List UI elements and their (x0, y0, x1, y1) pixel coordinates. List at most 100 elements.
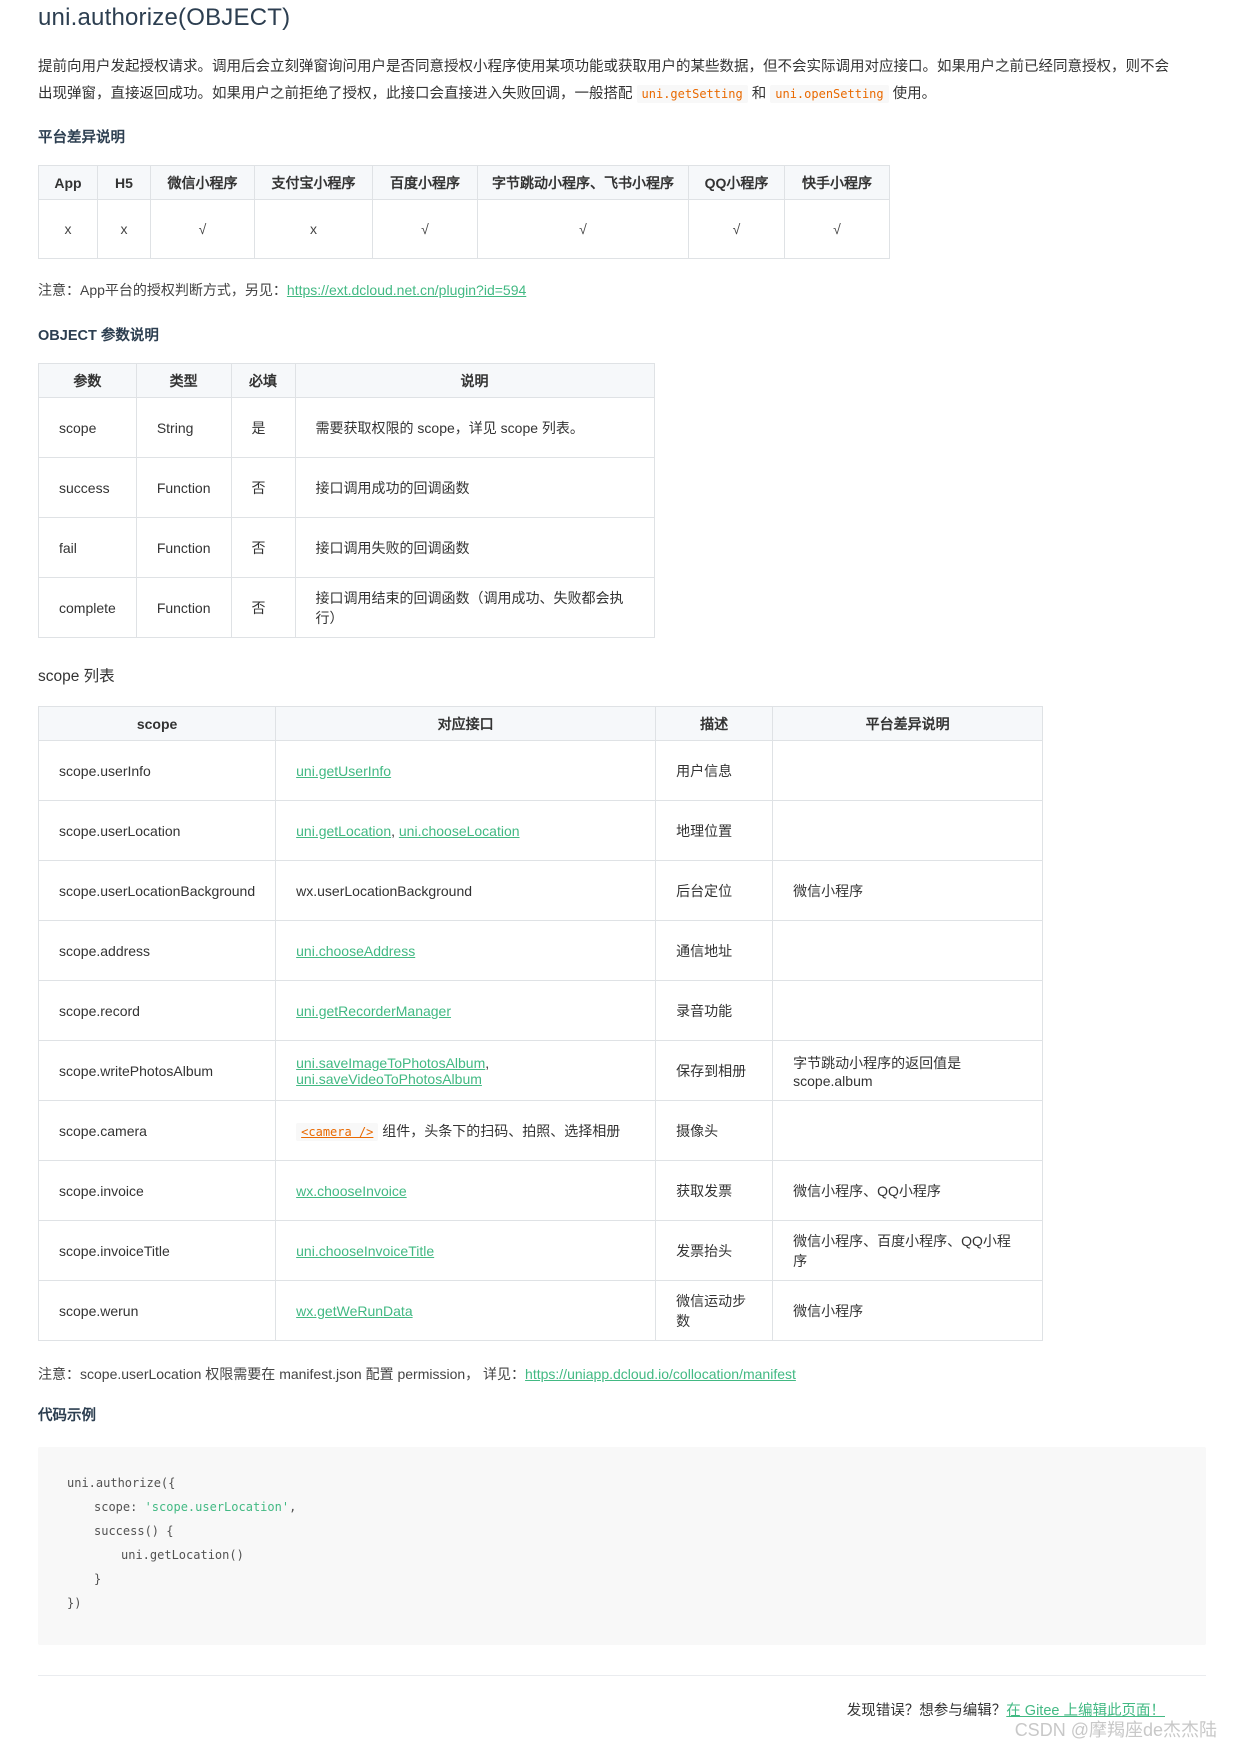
scope-row: scope.userLocationBackground wx.userLocat… (37, 860, 1044, 921)
scope-desc-cell: 后台定位 (655, 860, 774, 921)
api-link[interactable]: uni.chooseInvoiceTitle (296, 1243, 434, 1259)
param-cell: 是 (230, 397, 296, 458)
param-cell: 否 (230, 457, 296, 518)
code-line: uni.getLocation() (67, 1543, 296, 1567)
api-link[interactable]: uni.saveVideoToPhotosAlbum (296, 1071, 482, 1087)
param-header-cell: 说明 (294, 363, 655, 398)
api-link[interactable]: uni.chooseAddress (296, 943, 415, 959)
code-line: }) (67, 1591, 296, 1615)
scope-api-cell: wx.getWeRunData (275, 1280, 657, 1341)
api-link[interactable]: uni.getLocation (296, 823, 391, 839)
platform-support-cell: √ (150, 199, 255, 259)
scope-desc-cell: 录音功能 (655, 980, 774, 1041)
scope-table: scope 对应接口 描述 平台差异说明 scope.userInfo uni.getU… (37, 706, 1044, 1341)
scope-api-cell: uni.chooseInvoiceTitle (275, 1220, 657, 1281)
code-token: uni.authorize({ (67, 1476, 176, 1490)
scope-desc-cell: 微信运动步数 (655, 1280, 774, 1341)
code-line: success() { (67, 1519, 296, 1543)
scope-platform-cell: 微信小程序、QQ小程序 (772, 1160, 1044, 1221)
param-header-cell: 必填 (230, 363, 296, 398)
api-link[interactable]: wx.getWeRunData (296, 1303, 412, 1319)
scope-platform-cell: 微信小程序 (772, 860, 1044, 921)
scope-header-cell: 平台差异说明 (772, 706, 1044, 741)
api-link[interactable]: uni.chooseLocation (399, 823, 520, 839)
param-header-cell: 参数 (38, 363, 137, 398)
platform-support-cell: x (38, 199, 98, 259)
platform-support-cell: √ (372, 199, 478, 259)
scope-row: scope.invoiceTitle uni.chooseInvoiceTitle… (37, 1220, 1044, 1281)
inline-code-getsetting: uni.getSetting (636, 85, 748, 103)
manifest-link[interactable]: https://uniapp.dcloud.io/collocation/man… (525, 1366, 796, 1382)
platform-header-cell: 微信小程序 (150, 165, 255, 200)
code-token: scope: (94, 1500, 145, 1514)
scope-platform-cell (772, 800, 1044, 861)
code-line: } (67, 1567, 296, 1591)
scope-name-cell: scope.invoiceTitle (37, 1220, 277, 1281)
scope-desc-cell: 地理位置 (655, 800, 774, 861)
scope-platform-cell: 字节跳动小程序的返回值是scope.album (772, 1040, 1044, 1101)
intro-paragraph: 提前向用户发起授权请求。调用后会立刻弹窗询问用户是否同意授权小程序使用某项功能或… (38, 54, 1210, 108)
inline-code-opensetting: uni.openSetting (770, 85, 889, 103)
param-cell: fail (38, 517, 137, 578)
scope-row: scope.werun wx.getWeRunData 微信运动步数 微信小程序 (37, 1280, 1044, 1341)
platform-header-cell: 快手小程序 (784, 165, 890, 200)
code-line: scope: 'scope.userLocation', (67, 1495, 296, 1519)
param-cell: Function (135, 577, 232, 638)
param-cell: success (38, 457, 137, 518)
code-token: success() { (94, 1524, 174, 1538)
scope-header-cell: 对应接口 (275, 706, 657, 741)
scope-desc-cell: 用户信息 (655, 740, 774, 801)
param-row: fail Function 否接口调用失败的回调函数 (38, 517, 655, 578)
platform-header-cell: QQ小程序 (688, 165, 785, 200)
doc-page: uni.authorize(OBJECT) 提前向用户发起授权请求。调用后会立刻… (37, 0, 1210, 1676)
param-cell: 接口调用成功的回调函数 (294, 457, 655, 518)
scope-api-cell: wx.userLocationBackground (275, 860, 657, 921)
platform-heading: 平台差异说明 (38, 130, 125, 146)
note-app-auth-text: 注意：App平台的授权判断方式，另见： (38, 282, 287, 298)
scope-row: scope.userInfo uni.getUserInfo 用户信息 (37, 740, 1044, 801)
footer-divider (38, 1675, 1206, 1676)
scope-desc-cell: 通信地址 (655, 920, 774, 981)
scope-platform-cell (772, 980, 1044, 1041)
platform-support-cell: √ (784, 199, 890, 259)
param-cell: 否 (230, 517, 296, 578)
platform-table: App H5 微信小程序 支付宝小程序 百度小程序 字节跳动小程序、飞书小程序 QQ小程序快… (38, 165, 890, 259)
scope-header-cell: scope (37, 706, 277, 741)
intro-line2b: 和 (751, 86, 767, 102)
scope-header-cell: 描述 (655, 706, 774, 741)
scope-api-cell: uni.chooseAddress (275, 920, 657, 981)
api-link[interactable]: uni.getUserInfo (296, 763, 391, 779)
param-row: scope String 是需要获取权限的 scope，详见 scope 列表。 (38, 397, 655, 458)
scope-name-cell: scope.userInfo (37, 740, 277, 801)
scope-row: scope.invoice wx.chooseInvoice 获取发票 微信小程序、Q… (37, 1160, 1044, 1221)
scope-row: scope.userLocation uni.getLocation, uni.c… (37, 800, 1044, 861)
scope-platform-cell (772, 920, 1044, 981)
scope-desc-cell: 摄像头 (655, 1100, 774, 1161)
platform-support-cell: √ (688, 199, 785, 259)
api-link[interactable]: uni.saveImageToPhotosAlbum (296, 1055, 485, 1071)
api-link[interactable]: uni.getRecorderManager (296, 1003, 451, 1019)
scope-name-cell: scope.werun (37, 1280, 277, 1341)
scope-api-cell: <camera /> 组件，头条下的扫码、拍照、选择相册 (275, 1100, 657, 1161)
page-title: uni.authorize(OBJECT) (38, 4, 291, 31)
csdn-watermark: CSDN @摩羯座de杰杰陆 (1014, 1720, 1217, 1740)
scope-list-heading: scope 列表 (38, 668, 115, 685)
scope-api-cell: uni.getRecorderManager (275, 980, 657, 1041)
code-line: uni.authorize({ (67, 1471, 296, 1495)
camera-component-code[interactable]: <camera /> (296, 1122, 379, 1141)
scope-name-cell: scope.camera (37, 1100, 277, 1161)
platform-header-cell: 百度小程序 (372, 165, 478, 200)
scope-name-cell: scope.address (37, 920, 277, 981)
scope-api-cell: uni.saveImageToPhotosAlbum, uni.saveVide… (275, 1040, 657, 1101)
param-cell: Function (135, 457, 232, 518)
code-token: } (94, 1572, 102, 1586)
param-row: success Function 否接口调用成功的回调函数 (38, 457, 655, 518)
plugin-link[interactable]: https://ext.dcloud.net.cn/plugin?id=594 (287, 282, 526, 298)
scope-desc-cell: 保存到相册 (655, 1040, 774, 1101)
param-cell: 接口调用失败的回调函数 (294, 517, 655, 578)
param-header-cell: 类型 (135, 363, 232, 398)
param-cell: 需要获取权限的 scope，详见 scope 列表。 (294, 397, 655, 458)
code-example-heading: 代码示例 (38, 1408, 96, 1424)
note-manifest: 注意：scope.userLocation 权限需要在 manifest.jso… (38, 1361, 1210, 1388)
api-link[interactable]: wx.chooseInvoice (296, 1183, 407, 1199)
